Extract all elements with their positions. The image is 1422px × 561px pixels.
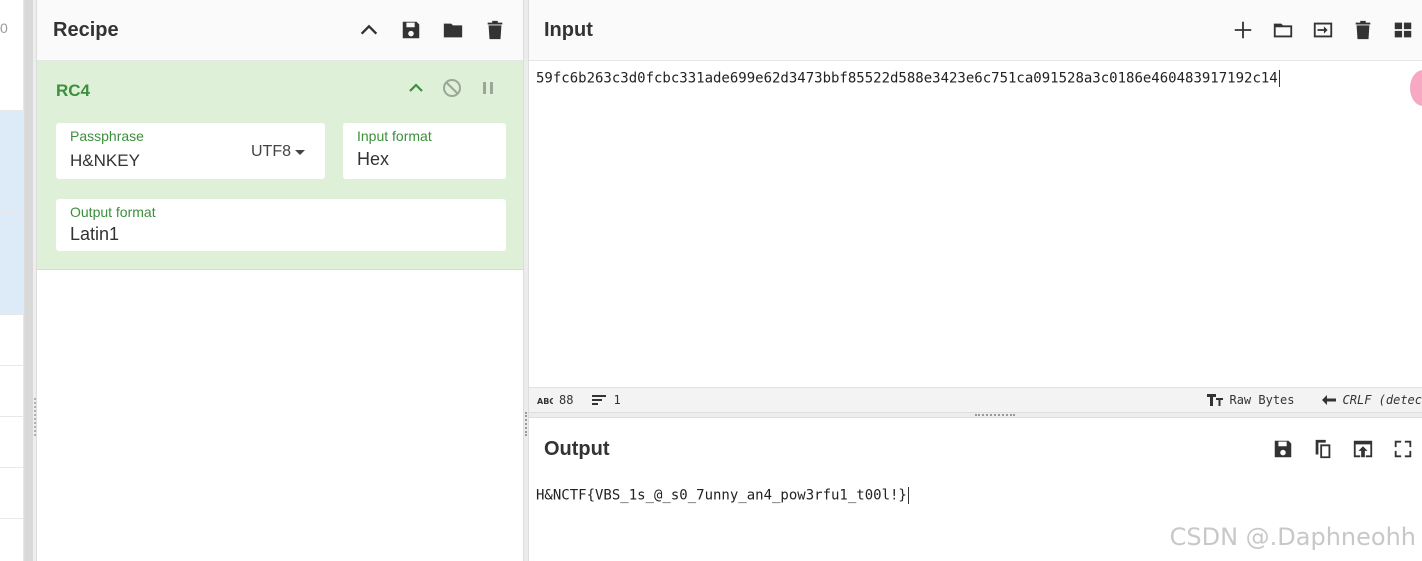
clear-input-trash-icon[interactable] — [1351, 18, 1375, 42]
gutter-grip-icon — [34, 398, 36, 436]
open-file-icon[interactable] — [1311, 18, 1335, 42]
passphrase-encoding-value: UTF8 — [251, 143, 291, 160]
operation-title: RC4 — [56, 81, 91, 100]
list-item[interactable] — [0, 417, 24, 468]
text-type-icon — [1207, 394, 1224, 406]
list-item[interactable] — [0, 366, 24, 417]
passphrase-field[interactable]: Passphrase H&NKEY UTF8 — [56, 123, 325, 179]
list-item[interactable] — [0, 468, 24, 519]
collapse-operation-icon[interactable] — [405, 77, 427, 99]
load-recipe-folder-icon[interactable] — [441, 18, 465, 42]
open-folder-icon[interactable] — [1271, 18, 1295, 42]
list-item[interactable] — [0, 60, 24, 111]
input-text-area[interactable]: 59fc6b263c3d0fcbc331ade699e62d3473bbf855… — [536, 70, 1280, 87]
output-format-field[interactable]: Output format Latin1 — [56, 199, 506, 251]
recipe-header: Recipe — [37, 0, 523, 61]
recipe-title: Recipe — [53, 18, 119, 41]
chevron-down-icon — [295, 150, 305, 155]
recipe-toolbar — [357, 18, 507, 42]
operations-list-strip: 0 — [0, 0, 24, 561]
output-format-value[interactable]: Latin1 — [70, 224, 119, 245]
eol-sequence-toggle[interactable]: CRLF (detec — [1321, 393, 1422, 407]
input-length-stat: ABC 88 — [537, 393, 573, 407]
save-output-icon[interactable] — [1271, 437, 1295, 461]
text-cursor — [1278, 70, 1280, 87]
input-length-value: 88 — [559, 393, 574, 407]
output-toolbar — [1271, 437, 1415, 461]
passphrase-encoding-dropdown[interactable]: UTF8 — [251, 143, 305, 161]
status-right-group: Raw Bytes CRLF (detec — [1199, 393, 1422, 407]
svg-text:ABC: ABC — [537, 397, 553, 406]
input-format-value[interactable]: Hex — [357, 149, 389, 170]
copy-output-icon[interactable] — [1311, 437, 1335, 461]
collapse-all-icon[interactable] — [357, 18, 381, 42]
char-encoding-toggle[interactable]: Raw Bytes — [1207, 393, 1295, 407]
replace-input-with-output-icon[interactable] — [1351, 437, 1375, 461]
operations-count-fragment: 0 — [0, 20, 8, 36]
maximise-output-icon[interactable] — [1391, 437, 1415, 461]
rc4-operation[interactable]: RC4 Passphrase H&NKEY UTF8 Input format … — [37, 61, 523, 270]
save-recipe-icon[interactable] — [399, 18, 423, 42]
disable-operation-icon[interactable] — [441, 77, 463, 99]
output-text: H&NCTF{VBS_1s_@_s0_7unny_an4_pow3rfu1_t0… — [536, 487, 907, 504]
list-item[interactable] — [0, 264, 24, 315]
recipe-panel: Recipe RC4 Passphrase H&NKEY UTF8 Input … — [37, 0, 523, 561]
list-item[interactable] — [0, 315, 24, 366]
splitter-grip-icon — [975, 414, 1015, 416]
input-lines-stat: 1 — [591, 393, 621, 407]
watermark: CSDN @.Daphneohh — [1169, 523, 1416, 551]
text-cursor — [907, 487, 909, 504]
char-encoding-value: Raw Bytes — [1229, 393, 1295, 407]
list-item[interactable] — [0, 213, 24, 264]
output-text-area[interactable]: H&NCTF{VBS_1s_@_s0_7unny_an4_pow3rfu1_t0… — [536, 487, 909, 504]
output-format-label: Output format — [70, 204, 156, 220]
operation-controls — [405, 77, 499, 99]
arrow-left-icon — [1321, 395, 1336, 405]
input-panel: Input 59fc6b263c3d0fcbc331ade699e62d3473… — [529, 0, 1422, 412]
input-toolbar — [1231, 18, 1415, 42]
input-format-field[interactable]: Input format Hex — [343, 123, 506, 179]
breakpoint-pause-icon[interactable] — [477, 77, 499, 99]
abc-length-icon: ABC — [537, 397, 553, 406]
add-input-tab-icon[interactable] — [1231, 18, 1255, 42]
input-lines-value: 1 — [613, 393, 621, 407]
passphrase-value[interactable]: H&NKEY — [70, 151, 140, 171]
input-text: 59fc6b263c3d0fcbc331ade699e62d3473bbf855… — [536, 70, 1278, 87]
input-status-bar: ABC 88 1 Raw Bytes CRLF (detec — [529, 387, 1422, 412]
input-header: Input — [529, 0, 1422, 61]
list-item[interactable] — [0, 111, 24, 162]
layout-grid-icon[interactable] — [1391, 18, 1415, 42]
passphrase-label: Passphrase — [70, 128, 144, 144]
lines-icon — [592, 395, 607, 405]
gutter-shade — [25, 0, 33, 561]
output-title: Output — [544, 437, 610, 460]
left-resize-gutter[interactable] — [24, 0, 37, 561]
clear-recipe-trash-icon[interactable] — [483, 18, 507, 42]
list-item[interactable] — [0, 162, 24, 213]
gutter-grip-icon — [525, 412, 527, 436]
eol-sequence-value: CRLF (detec — [1342, 393, 1422, 407]
output-header: Output — [529, 418, 1422, 480]
input-format-label: Input format — [357, 128, 432, 144]
input-title: Input — [544, 18, 593, 41]
